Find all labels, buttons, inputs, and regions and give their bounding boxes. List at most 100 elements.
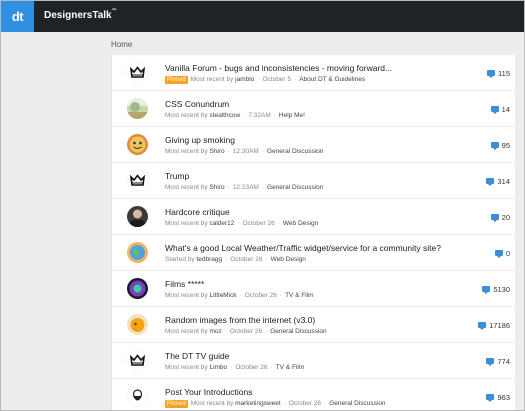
comment-count-value: 115	[498, 69, 510, 78]
category-link[interactable]: TV & Film	[276, 364, 305, 371]
last-poster[interactable]: jamblo	[235, 76, 254, 83]
crown-icon[interactable]	[127, 350, 148, 371]
scrollbar[interactable]	[518, 32, 524, 410]
discussion-meta: Most recent by Shiro · 12:30AM · General Dis…	[165, 148, 323, 155]
discussion-title[interactable]: Films *****	[165, 279, 204, 289]
category-link[interactable]: Web Design	[283, 220, 318, 227]
user-avatar[interactable]	[127, 386, 148, 407]
meta-prefix: Most recent by	[165, 220, 208, 227]
category-link[interactable]: General Discussion	[267, 148, 323, 155]
last-poster[interactable]: LittleMick	[209, 292, 236, 299]
discussion-title[interactable]: Giving up smoking	[165, 135, 235, 145]
brand-name[interactable]: DesignersTalk™	[44, 8, 117, 21]
discussion-row[interactable]: Trump Most recent by Shiro · 12:23AM · Genera…	[112, 163, 516, 199]
category-link[interactable]: About DT & Guidelines	[299, 76, 365, 83]
user-avatar[interactable]	[127, 98, 148, 119]
last-post-time: October 26	[229, 328, 263, 335]
comment-icon	[490, 142, 499, 150]
discussion-row[interactable]: What's a good Local Weather/Traffic widg…	[112, 235, 516, 271]
user-avatar[interactable]	[127, 242, 148, 263]
comment-icon	[478, 322, 487, 330]
discussion-title[interactable]: Trump	[165, 171, 189, 181]
last-poster[interactable]: Limbo	[209, 364, 227, 371]
last-poster[interactable]: tedbragg	[196, 256, 222, 263]
discussion-meta: Most recent by moz · October 26 · General Di…	[165, 328, 327, 335]
discussion-meta: Most recent by calder12 · October 26 · Web D…	[165, 220, 318, 227]
category-link[interactable]: General Discussion	[270, 328, 326, 335]
meta-separator: ·	[261, 184, 265, 191]
meta-prefix: Most recent by	[165, 364, 208, 371]
discussion-meta: Most recent by LittleMick · October 26 · TV …	[165, 292, 314, 299]
last-poster[interactable]: Shiro	[209, 184, 224, 191]
category-link[interactable]: Web Design	[271, 256, 306, 263]
last-post-time: October 26	[244, 292, 277, 299]
meta-separator: ·	[257, 76, 260, 83]
comment-icon	[486, 358, 495, 366]
last-poster[interactable]: marketingsweet	[235, 400, 281, 407]
brand-text[interactable]: DesignersTalk	[44, 10, 112, 21]
discussion-title[interactable]: The DT TV guide	[165, 351, 229, 361]
user-avatar[interactable]	[127, 278, 148, 299]
top-bar: dt DesignersTalk™	[1, 1, 524, 32]
comment-count: 774	[486, 357, 510, 366]
last-poster[interactable]: moz	[209, 328, 221, 335]
category-link[interactable]: General Discussion	[329, 400, 385, 407]
trademark-mark: ™	[111, 8, 117, 14]
comment-icon	[494, 250, 503, 258]
last-post-time: October 26	[235, 364, 268, 371]
comment-count-value: 0	[505, 249, 510, 258]
comment-count-value: 5130	[493, 285, 510, 294]
crown-icon[interactable]	[127, 62, 148, 83]
meta-prefix: Started by	[165, 256, 195, 263]
comment-count: 20	[490, 213, 510, 222]
last-poster[interactable]: calder12	[209, 220, 234, 227]
discussion-row[interactable]: Hardcore critique Most recent by calder12…	[112, 199, 516, 235]
discussion-row[interactable]: Vanilla Forum - bugs and inconsistencies…	[112, 55, 516, 91]
breadcrumb-home[interactable]: Home	[111, 40, 132, 49]
category-link[interactable]: Help Me!	[279, 112, 305, 119]
discussion-title[interactable]: Post Your Introductions	[165, 387, 252, 397]
discussion-row[interactable]: Random images from the internet (v3.0) Mo…	[112, 307, 516, 343]
user-avatar[interactable]	[127, 314, 148, 335]
discussion-meta: Pinned Most recent by jamblo · October 5 · Ab…	[165, 76, 365, 84]
comment-count: 963	[486, 393, 510, 402]
discussion-row[interactable]: Giving up smoking Most recent by Shiro · 12…	[112, 127, 516, 163]
comment-count-value: 774	[497, 357, 510, 366]
discussion-title[interactable]: Vanilla Forum - bugs and inconsistencies…	[165, 63, 392, 73]
discussion-row[interactable]: The DT TV guide Most recent by Limbo · Octo…	[112, 343, 516, 379]
meta-prefix: Most recent by	[165, 112, 208, 119]
site-logo[interactable]: dt	[1, 1, 34, 32]
last-post-time: October 26	[230, 256, 263, 263]
discussion-title[interactable]: Hardcore critique	[165, 207, 230, 217]
discussion-meta: Most recent by Shiro · 12:23AM · General Dis…	[165, 184, 323, 191]
discussion-row[interactable]: CSS Conundrum Most recent by stealthcow · 7…	[112, 91, 516, 127]
comment-count-value: 963	[497, 393, 510, 402]
crown-icon[interactable]	[127, 170, 148, 191]
last-poster[interactable]: stealthcow	[209, 112, 240, 119]
meta-separator: ·	[265, 256, 268, 263]
meta-separator: ·	[279, 292, 283, 299]
discussion-meta: Most recent by Limbo · October 26 · TV & Fil…	[165, 364, 304, 371]
category-link[interactable]: TV & Film	[285, 292, 314, 299]
user-avatar[interactable]	[127, 206, 148, 227]
comment-count-value: 17186	[489, 321, 510, 330]
category-link[interactable]: General Discussion	[267, 184, 323, 191]
pinned-badge: Pinned	[165, 400, 188, 408]
discussion-row[interactable]: Post Your Introductions Pinned Most recent…	[112, 379, 516, 410]
last-post-time: October 5	[262, 76, 292, 83]
meta-separator: ·	[277, 220, 280, 227]
last-poster[interactable]: Shiro	[209, 148, 224, 155]
meta-prefix: Most recent by	[165, 184, 208, 191]
comment-count-value: 95	[501, 141, 510, 150]
discussion-title[interactable]: What's a good Local Weather/Traffic widg…	[165, 243, 441, 253]
discussion-title[interactable]: CSS Conundrum	[165, 99, 229, 109]
discussion-meta: Pinned Most recent by marketingsweet · Octo…	[165, 400, 386, 408]
discussion-title[interactable]: Random images from the internet (v3.0)	[165, 315, 315, 325]
meta-separator: ·	[324, 400, 327, 407]
discussion-row[interactable]: Films ***** Most recent by LittleMick · Oct…	[112, 271, 516, 307]
discussion-meta: Most recent by stealthcow · 7:32AM · Help Me…	[165, 112, 305, 119]
user-avatar[interactable]	[127, 134, 148, 155]
comment-count: 14	[490, 105, 510, 114]
meta-prefix: Most recent by	[190, 76, 234, 83]
meta-prefix: Most recent by	[165, 148, 208, 155]
